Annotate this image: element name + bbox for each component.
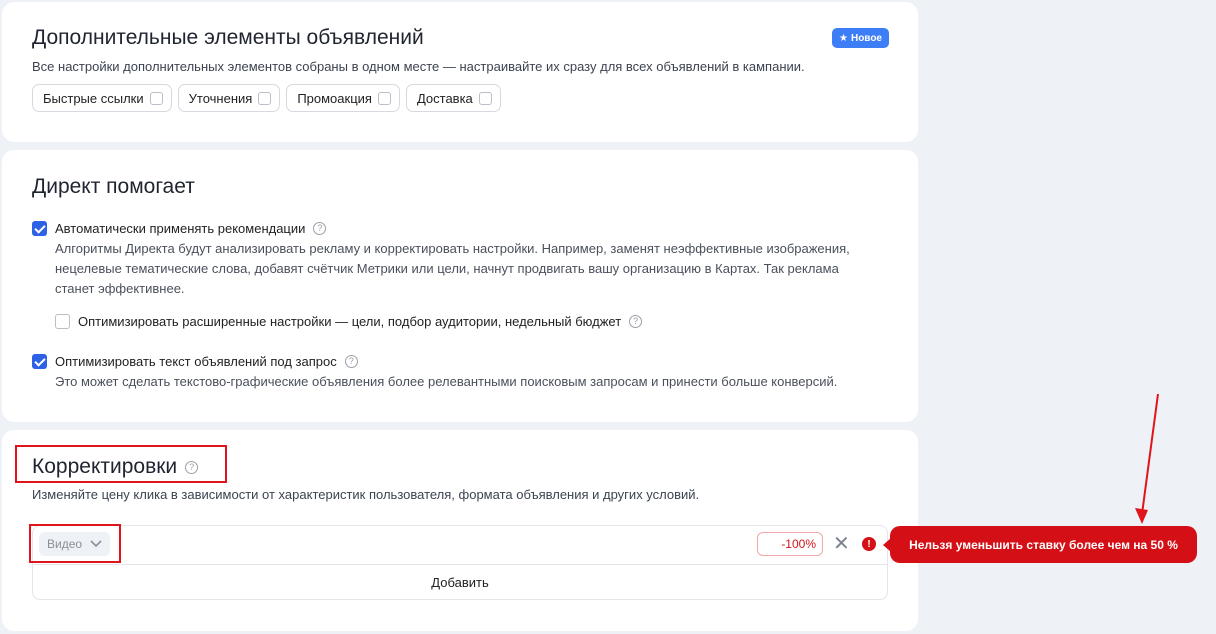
highlight-box-select <box>29 524 121 563</box>
auto-apply-checkbox[interactable] <box>32 221 47 236</box>
adjustment-percent-input[interactable]: -100% <box>757 532 823 556</box>
chip-label: Промоакция <box>297 90 372 106</box>
chip-label: Быстрые ссылки <box>43 90 144 106</box>
optimize-text-label: Оптимизировать текст объявлений под запр… <box>55 354 337 369</box>
error-tooltip: Нельзя уменьшить ставку более чем на 50 … <box>883 526 1197 563</box>
chip-clarifications[interactable]: Уточнения <box>177 84 281 112</box>
direct-title: Директ помогает <box>32 175 195 198</box>
star-icon: ★ <box>839 32 848 44</box>
auto-apply-row[interactable]: Автоматически применять рекомендации ? <box>32 221 327 236</box>
optimize-advanced-row[interactable]: Оптимизировать расширенные настройки — ц… <box>55 314 643 329</box>
desc-line: нецелевые тематические слова, добавят сч… <box>55 261 839 276</box>
help-icon[interactable]: ? <box>313 222 327 235</box>
new-badge-label: Новое <box>850 32 882 44</box>
direct-helps-card: Директ помогает Автоматически применять … <box>2 150 918 422</box>
extras-description: Все настройки дополнительных элементов с… <box>32 59 805 74</box>
adjustment-percent-value: -100% <box>781 537 816 551</box>
desc-line: Алгоритмы Директа будут анализировать ре… <box>55 241 850 256</box>
new-badge: ★ Новое <box>832 28 889 48</box>
extras-title: Дополнительные элементы объявлений <box>32 26 424 49</box>
adjustments-list: Видео -100% ✕ ! Добавить <box>32 525 888 600</box>
highlight-box-title <box>15 445 227 483</box>
chip-checkbox[interactable] <box>478 91 492 105</box>
desc-line: станет эффективнее. <box>55 281 185 296</box>
chip-checkbox[interactable] <box>149 91 163 105</box>
optimize-text-description: Это может сделать текстово-графические о… <box>55 374 838 389</box>
chip-checkbox[interactable] <box>377 91 391 105</box>
error-icon: ! <box>862 537 876 551</box>
add-adjustment-button[interactable]: Добавить <box>33 564 887 601</box>
close-icon[interactable]: ✕ <box>833 534 850 554</box>
chip-promo[interactable]: Промоакция <box>286 84 400 112</box>
chip-label: Доставка <box>416 90 473 106</box>
optimize-advanced-checkbox[interactable] <box>55 314 70 329</box>
auto-apply-description: Алгоритмы Директа будут анализировать ре… <box>55 239 850 299</box>
help-icon[interactable]: ? <box>629 315 643 328</box>
auto-apply-label: Автоматически применять рекомендации <box>55 221 306 236</box>
chip-label: Уточнения <box>188 90 253 106</box>
adjustments-description: Изменяйте цену клика в зависимости от ха… <box>32 487 700 502</box>
adjustment-row: Видео -100% ✕ ! <box>33 526 887 565</box>
error-tooltip-text: Нельзя уменьшить ставку более чем на 50 … <box>909 537 1178 552</box>
extras-chips: Быстрые ссылки Уточнения Промоакция Дост… <box>32 84 501 112</box>
optimize-advanced-label: Оптимизировать расширенные настройки — ц… <box>78 314 622 329</box>
chip-checkbox[interactable] <box>258 91 272 105</box>
chip-delivery[interactable]: Доставка <box>405 84 501 112</box>
help-icon[interactable]: ? <box>344 355 358 368</box>
annotation-arrow <box>1135 393 1159 524</box>
adjustments-card: Корректировки ? Изменяйте цену клика в з… <box>2 430 918 631</box>
chip-quick-links[interactable]: Быстрые ссылки <box>32 84 172 112</box>
extras-card: Дополнительные элементы объявлений ★ Нов… <box>2 2 918 142</box>
optimize-text-checkbox[interactable] <box>32 354 47 369</box>
optimize-text-row[interactable]: Оптимизировать текст объявлений под запр… <box>32 354 358 369</box>
